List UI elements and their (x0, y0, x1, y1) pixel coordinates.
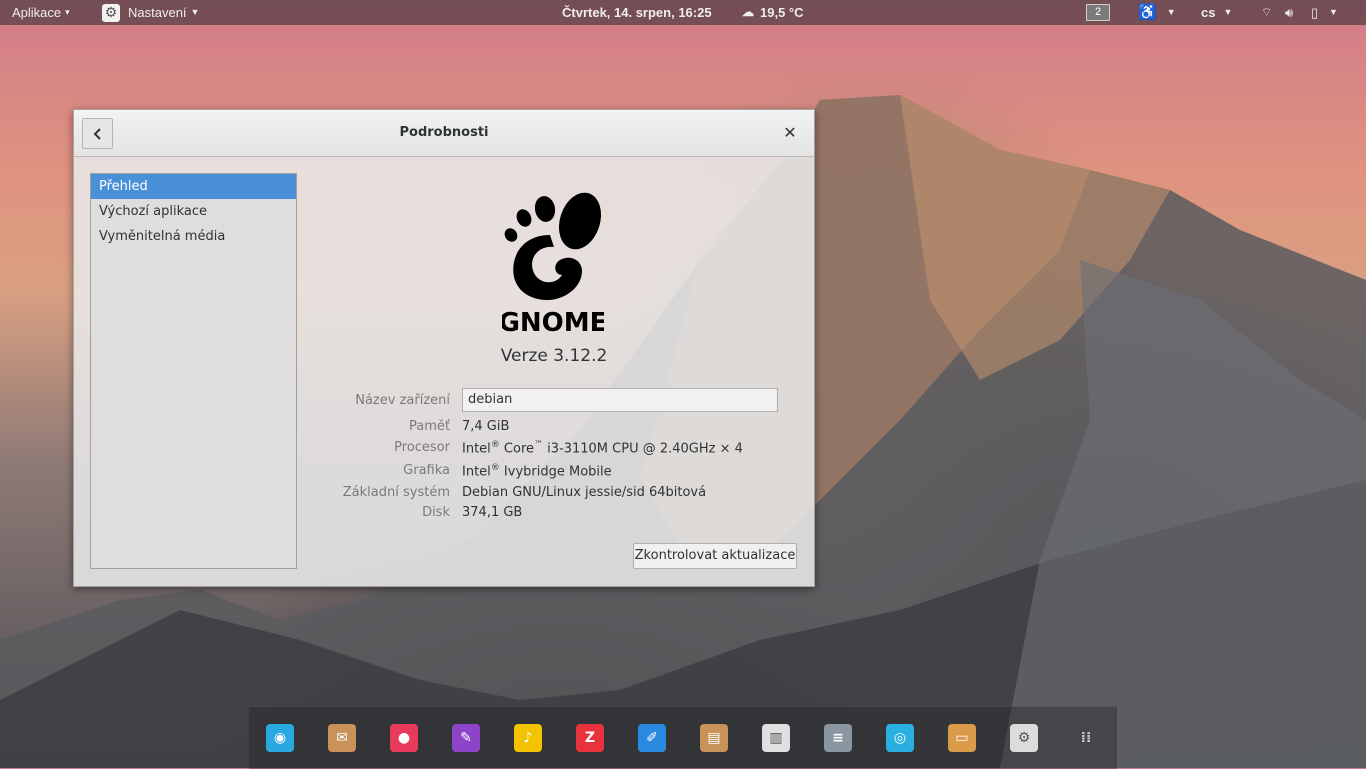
app-menu-label: Nastavení (128, 5, 187, 20)
graphics-value: Intel® Ivybridge Mobile (462, 463, 612, 479)
weather-indicator[interactable]: ☁ 19,5 °C (742, 0, 804, 25)
app-menu[interactable]: ⚙ Nastavení ▼ (102, 0, 199, 25)
triangle-down-icon: ▾ (65, 7, 70, 17)
battery-icon: ▯ (1311, 5, 1319, 20)
activities-menu[interactable]: Aplikace ▾ (12, 0, 70, 25)
mail-icon[interactable]: ✉ (328, 724, 356, 752)
registered-mark: ® (490, 463, 500, 473)
device-name-label: Název zařízení (355, 393, 450, 408)
paint-brush-icon[interactable]: ✎ (452, 724, 480, 752)
workspace-number: 2 (1086, 4, 1110, 21)
os-value: Debian GNU/Linux jessie/sid 64bitová (462, 485, 707, 500)
processor-model: i3-3110M CPU @ 2.40GHz × 4 (543, 441, 743, 457)
dialog-title: Podrobnosti (399, 125, 489, 140)
close-icon: ✕ (783, 122, 797, 142)
chevron-down-icon: ▼ (1166, 7, 1176, 17)
system-menu[interactable]: ⌔ 🔊︎ ▯ ▼ (1261, 0, 1338, 25)
app-grid-icon[interactable]: ⁞⁞ (1072, 724, 1100, 752)
keyboard-layout-menu[interactable]: cs ▼ (1201, 0, 1232, 25)
disk-label: Disk (422, 505, 450, 520)
chevron-down-icon: ▼ (190, 7, 200, 17)
processor-label: Procesor (394, 440, 450, 455)
workspace-indicator[interactable]: 2 (1086, 0, 1110, 25)
archive-icon[interactable]: ▤ (700, 724, 728, 752)
wifi-icon: ⌔ (1261, 5, 1273, 19)
apps-menu-label: Aplikace (12, 5, 62, 20)
accessibility-icon: ♿ (1138, 4, 1157, 21)
volume-icon: 🔊︎ (1285, 5, 1294, 20)
processor-family: Core (499, 441, 535, 457)
filezilla-icon[interactable]: Z (576, 724, 604, 752)
music-note-icon[interactable]: ♪ (514, 724, 542, 752)
cloud-icon: ☁ (742, 5, 754, 19)
os-label: Základní systém (342, 485, 450, 500)
text-editor-icon[interactable]: ✐ (638, 724, 666, 752)
check-updates-button[interactable]: Zkontrolovat aktualizace (633, 543, 797, 569)
device-name-input[interactable] (462, 388, 778, 412)
sidebar-item-removable-media[interactable]: Vyměnitelná média (91, 224, 296, 249)
dialog-headerbar: Podrobnosti ✕ (74, 110, 814, 157)
web-browser-icon[interactable]: ◉ (266, 724, 294, 752)
registered-mark: ® (490, 440, 500, 450)
close-button[interactable]: ✕ (780, 122, 800, 142)
accessibility-menu[interactable]: ♿ ▼ (1138, 0, 1176, 25)
graphics-model: Ivybridge Mobile (499, 464, 612, 480)
disk-value: 374,1 GB (462, 505, 523, 520)
document-viewer-icon[interactable]: ▥ (762, 724, 790, 752)
settings-icon[interactable]: ⚙ (1010, 724, 1038, 752)
chevron-down-icon: ▼ (1329, 7, 1338, 17)
memory-label: Paměť (409, 419, 450, 434)
graphics-label: Grafika (403, 463, 450, 478)
memory-value: 7,4 GiB (462, 419, 510, 434)
camera-icon[interactable]: ◎ (886, 724, 914, 752)
sidebar: Přehled Výchozí aplikace Vyměnitelná méd… (90, 173, 297, 569)
clock-label: Čtvrtek, 14. srpen, 16:25 (562, 5, 712, 20)
version-label: Verze 3.12.2 (500, 346, 608, 366)
files-icon[interactable]: ▭ (948, 724, 976, 752)
keyboard-layout-label: cs (1201, 5, 1216, 20)
mixer-icon[interactable]: ≡ (824, 724, 852, 752)
gear-icon: ⚙ (102, 3, 120, 22)
gnome-wordmark: GNOME (502, 308, 604, 335)
dock: ◉ ✉ ● ✎ ♪ Z ✐ ▤ ▥ ≡ ◎ ▭ ⚙ ⁞⁞ (249, 706, 1117, 769)
sidebar-item-overview[interactable]: Přehled (91, 174, 296, 199)
processor-brand: Intel (462, 441, 491, 457)
clock[interactable]: Čtvrtek, 14. srpen, 16:25 (562, 0, 712, 25)
chevron-down-icon: ▼ (1223, 7, 1233, 17)
processor-value: Intel® Core™ i3-3110M CPU @ 2.40GHz × 4 (462, 440, 743, 456)
sidebar-item-default-apps[interactable]: Výchozí aplikace (91, 199, 296, 224)
details-dialog: Podrobnosti ✕ Přehled Výchozí aplikace V… (73, 109, 815, 587)
trademark-mark: ™ (534, 440, 544, 450)
top-panel: Aplikace ▾ ⚙ Nastavení ▼ Čtvrtek, 14. srpe… (0, 0, 1366, 25)
graphics-brand: Intel (462, 464, 491, 480)
weather-label: 19,5 °C (760, 5, 804, 20)
music-player-icon[interactable]: ● (390, 724, 418, 752)
gnome-logo: GNOME (502, 192, 604, 335)
